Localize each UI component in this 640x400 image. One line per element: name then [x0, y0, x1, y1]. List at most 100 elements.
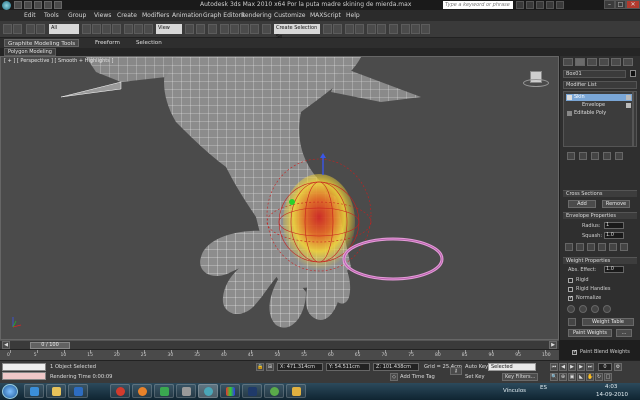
- modify-tab-icon[interactable]: [575, 58, 585, 66]
- menu-modifiers[interactable]: Modifiers: [142, 12, 169, 19]
- zoom-extents-icon[interactable]: ▣: [568, 373, 576, 381]
- time-tag-icon[interactable]: ◇: [390, 373, 398, 381]
- named-selection-dropdown[interactable]: Create Selection Se: [274, 24, 320, 40]
- tray-time[interactable]: 4:03: [605, 384, 617, 390]
- y-coord-field[interactable]: Y: 54.511cm: [326, 363, 370, 371]
- maximize-button[interactable]: □: [615, 0, 626, 9]
- new-file-icon[interactable]: [14, 1, 22, 9]
- maxscript-output[interactable]: [2, 372, 46, 380]
- subscription-icon[interactable]: [526, 1, 534, 9]
- weight-table-button[interactable]: Weight Table: [582, 318, 634, 326]
- show-end-result-icon[interactable]: [579, 152, 587, 160]
- viewcube-compass-icon[interactable]: [523, 79, 549, 87]
- rect-selection-icon[interactable]: [102, 24, 111, 34]
- track-bar[interactable]: 0 5 10 15 20 25 30 35 40 45 50 55 60 65 70 75 80 85 90 95 10…: [0, 349, 559, 360]
- lightbulb-icon[interactable]: [567, 95, 572, 100]
- menu-views[interactable]: Views: [94, 12, 111, 19]
- create-tab-icon[interactable]: [563, 58, 573, 66]
- taskbar-explorer-icon[interactable]: [46, 384, 66, 398]
- maxscript-listener-input[interactable]: [2, 363, 46, 371]
- modifier-list-dropdown[interactable]: Modifier List: [563, 81, 637, 89]
- menu-customize[interactable]: Customize: [274, 12, 306, 19]
- hierarchy-tab-icon[interactable]: [587, 58, 597, 66]
- tab-graphite-modeling[interactable]: Graphite Modeling Tools: [4, 39, 80, 47]
- menu-edit[interactable]: Edit: [24, 12, 36, 19]
- close-button[interactable]: ✕: [626, 0, 640, 9]
- tray-links[interactable]: Vínculos: [503, 388, 526, 394]
- stack-item-skin[interactable]: Skin: [566, 94, 632, 101]
- go-to-end-icon[interactable]: ⏭: [586, 363, 594, 371]
- go-to-start-icon[interactable]: ⏮: [550, 363, 558, 371]
- wrench-icon[interactable]: [568, 318, 576, 326]
- normalize-checkbox[interactable]: [568, 295, 573, 301]
- minimize-button[interactable]: –: [604, 0, 615, 9]
- rendered-frame-icon[interactable]: [411, 24, 420, 34]
- select-by-name-icon[interactable]: [92, 24, 101, 34]
- scale-icon[interactable]: [144, 24, 153, 34]
- communication-icon[interactable]: [536, 1, 544, 9]
- auto-key-label[interactable]: Auto Key: [465, 364, 488, 370]
- start-button[interactable]: [2, 384, 18, 399]
- relative-icon[interactable]: [576, 243, 584, 251]
- motion-tab-icon[interactable]: [599, 58, 609, 66]
- app-logo-icon[interactable]: [2, 1, 11, 10]
- make-unique-icon[interactable]: [591, 152, 599, 160]
- polygon-modeling-panel[interactable]: Polygon Modeling: [4, 48, 56, 56]
- select-excluded-icon[interactable]: [591, 305, 599, 313]
- utilities-tab-icon[interactable]: [623, 58, 633, 66]
- menu-create[interactable]: Create: [117, 12, 137, 19]
- stack-item-editable-poly[interactable]: Editable Poly: [566, 110, 632, 117]
- menu-maxscript[interactable]: MAXScript: [310, 12, 341, 19]
- next-frame-icon[interactable]: ▶: [549, 341, 557, 349]
- include-verts-icon[interactable]: [579, 305, 587, 313]
- redo-button[interactable]: [13, 24, 22, 34]
- schematic-view-icon[interactable]: [377, 24, 386, 34]
- abs-effect-spinner[interactable]: 1.0: [604, 266, 624, 273]
- bake-weights-icon[interactable]: [603, 305, 611, 313]
- pan-icon[interactable]: ✋: [586, 373, 594, 381]
- taskbar-messenger2-icon[interactable]: [264, 384, 284, 398]
- stack-item-envelope[interactable]: Envelope: [566, 102, 632, 109]
- redo-icon[interactable]: [54, 1, 62, 9]
- x-coord-field[interactable]: X: 471.314cm: [277, 363, 323, 371]
- render-setup-icon[interactable]: [401, 24, 410, 34]
- tab-selection[interactable]: Selection: [133, 39, 165, 47]
- selection-filter-dropdown[interactable]: All: [49, 24, 79, 34]
- percent-snap-icon[interactable]: [240, 24, 249, 34]
- display-tab-icon[interactable]: [611, 58, 621, 66]
- configure-sets-icon[interactable]: [615, 152, 623, 160]
- paste-envelope-icon[interactable]: [620, 243, 628, 251]
- add-cross-section-button[interactable]: Add: [568, 200, 596, 208]
- cross-sections-rollout[interactable]: Cross Sections: [563, 190, 637, 197]
- keyboard-shortcut-icon[interactable]: [208, 24, 217, 34]
- maximize-viewport-icon[interactable]: □: [604, 373, 612, 381]
- rigid-handles-checkbox[interactable]: [568, 287, 573, 292]
- menu-animation[interactable]: Animation: [172, 12, 203, 19]
- layer-manager-icon[interactable]: [345, 24, 354, 34]
- taskbar-ie-icon[interactable]: [24, 384, 44, 398]
- current-frame-field[interactable]: 0: [598, 363, 612, 371]
- angle-snap-icon[interactable]: [230, 24, 239, 34]
- field-of-view-icon[interactable]: ◣: [577, 373, 585, 381]
- time-slider[interactable]: 0 / 100: [30, 342, 70, 349]
- window-crossing-icon[interactable]: [112, 24, 121, 34]
- mirror-icon[interactable]: [323, 24, 332, 34]
- favorites-icon[interactable]: [546, 1, 554, 9]
- manipulate-icon[interactable]: [196, 24, 205, 34]
- menu-tools[interactable]: Tools: [44, 12, 59, 19]
- taskbar-folder-icon[interactable]: [286, 384, 306, 398]
- object-color-swatch[interactable]: [630, 70, 636, 77]
- remove-modifier-icon[interactable]: [603, 152, 611, 160]
- pin-stack-icon[interactable]: [567, 152, 575, 160]
- select-object-icon[interactable]: [82, 24, 91, 34]
- envelope-visible-icon[interactable]: [587, 243, 595, 251]
- tab-freeform[interactable]: Freeform: [92, 39, 123, 47]
- taskbar-paint-icon[interactable]: [220, 384, 240, 398]
- envelope-properties-rollout[interactable]: Envelope Properties: [563, 212, 637, 219]
- remove-cross-section-button[interactable]: Remove: [602, 200, 630, 208]
- menu-rendering[interactable]: Rendering: [241, 12, 272, 19]
- weight-properties-rollout[interactable]: Weight Properties: [563, 257, 637, 264]
- copy-envelope-icon[interactable]: [609, 243, 617, 251]
- add-time-tag[interactable]: Add Time Tag: [400, 374, 435, 380]
- open-file-icon[interactable]: [24, 1, 32, 9]
